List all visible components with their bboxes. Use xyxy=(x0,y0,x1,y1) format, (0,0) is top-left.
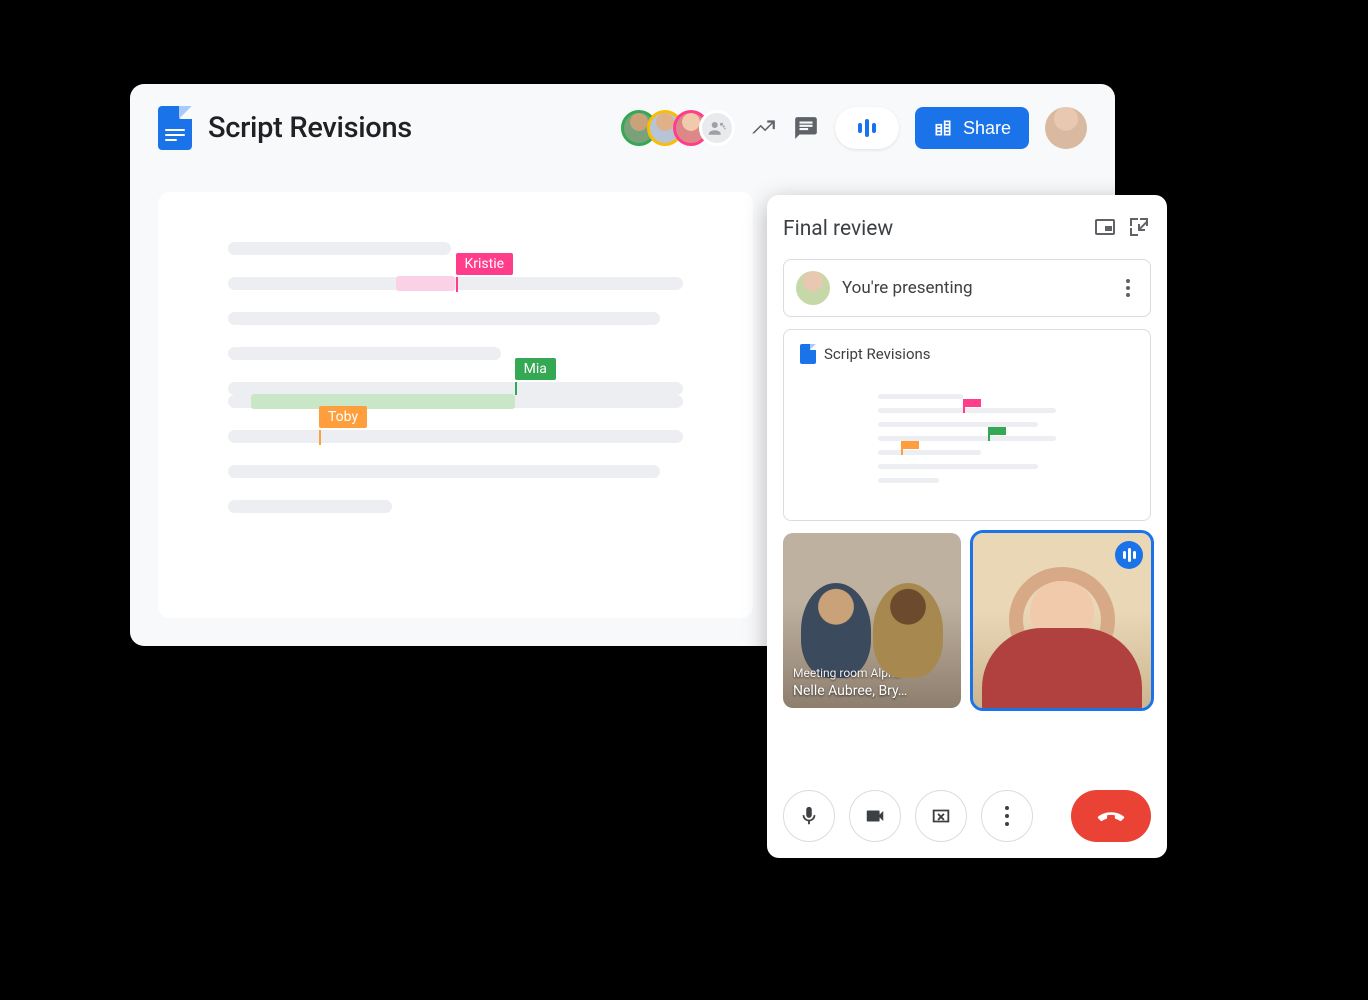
docs-header: Script Revisions Share xyxy=(130,84,1115,172)
collaborator-cursor-mia: Mia xyxy=(515,358,556,377)
document-text-line xyxy=(228,465,660,478)
document-text-line xyxy=(228,347,501,360)
microphone-icon xyxy=(798,805,820,827)
camera-icon xyxy=(864,805,886,827)
stop-presenting-button[interactable] xyxy=(915,790,967,842)
join-call-button[interactable] xyxy=(835,107,899,149)
comments-icon[interactable] xyxy=(793,115,819,141)
screen-share-preview-title: Script Revisions xyxy=(824,345,931,363)
account-avatar[interactable] xyxy=(1045,107,1087,149)
picture-in-picture-icon[interactable] xyxy=(1093,215,1117,243)
screen-share-preview-thumbnail xyxy=(862,374,1072,504)
collaborator-cursor-kristie: Kristie xyxy=(456,253,514,272)
participant-tile[interactable]: Meeting room Alpha Nelle Aubree, Bry… xyxy=(783,533,961,708)
participant-tile[interactable]: Maddi xyxy=(973,533,1151,708)
presenting-status-text: You're presenting xyxy=(842,278,1106,298)
document-page[interactable]: Kristie Mia Toby xyxy=(158,192,753,618)
meet-panel: Final review You're presenting Script Re… xyxy=(767,195,1167,858)
hang-up-icon xyxy=(1096,801,1126,831)
document-text-line: Toby xyxy=(228,430,683,443)
collaborator-cursor-toby: Toby xyxy=(319,406,367,425)
participant-names: Nelle Aubree, Bry… xyxy=(793,683,907,699)
share-button-label: Share xyxy=(963,118,1011,139)
meet-controls xyxy=(783,784,1151,842)
presenter-avatar xyxy=(796,271,830,305)
presenting-status-bar[interactable]: You're presenting xyxy=(783,259,1151,317)
speaking-indicator-icon xyxy=(1115,541,1143,569)
more-options-button[interactable] xyxy=(981,790,1033,842)
participant-tiles: Meeting room Alpha Nelle Aubree, Bry… Ma… xyxy=(783,533,1151,708)
document-title[interactable]: Script Revisions xyxy=(208,111,412,145)
document-text-line xyxy=(228,395,683,408)
meeting-title: Final review xyxy=(783,217,1083,241)
document-text-line xyxy=(228,312,660,325)
activity-trend-icon[interactable] xyxy=(751,115,777,141)
docs-app-icon xyxy=(158,106,192,150)
collaborator-avatar-anonymous[interactable] xyxy=(699,110,735,146)
participant-names: Maddi xyxy=(983,683,1022,699)
camera-button[interactable] xyxy=(849,790,901,842)
pop-out-icon[interactable] xyxy=(1127,215,1151,243)
meet-header: Final review xyxy=(783,211,1151,247)
screen-share-preview[interactable]: Script Revisions xyxy=(783,329,1151,521)
docs-app-icon xyxy=(800,344,816,364)
document-text-line xyxy=(228,242,451,255)
share-building-icon xyxy=(933,118,953,138)
microphone-button[interactable] xyxy=(783,790,835,842)
stop-present-icon xyxy=(930,805,952,827)
participant-room-label: Meeting room Alpha xyxy=(793,666,951,681)
document-text-line: Kristie xyxy=(228,277,683,290)
presenting-more-icon[interactable] xyxy=(1118,279,1138,297)
share-button[interactable]: Share xyxy=(915,107,1029,149)
document-text-line xyxy=(228,500,392,513)
hang-up-button[interactable] xyxy=(1071,790,1151,842)
collaborator-avatar-stack[interactable] xyxy=(621,110,735,146)
